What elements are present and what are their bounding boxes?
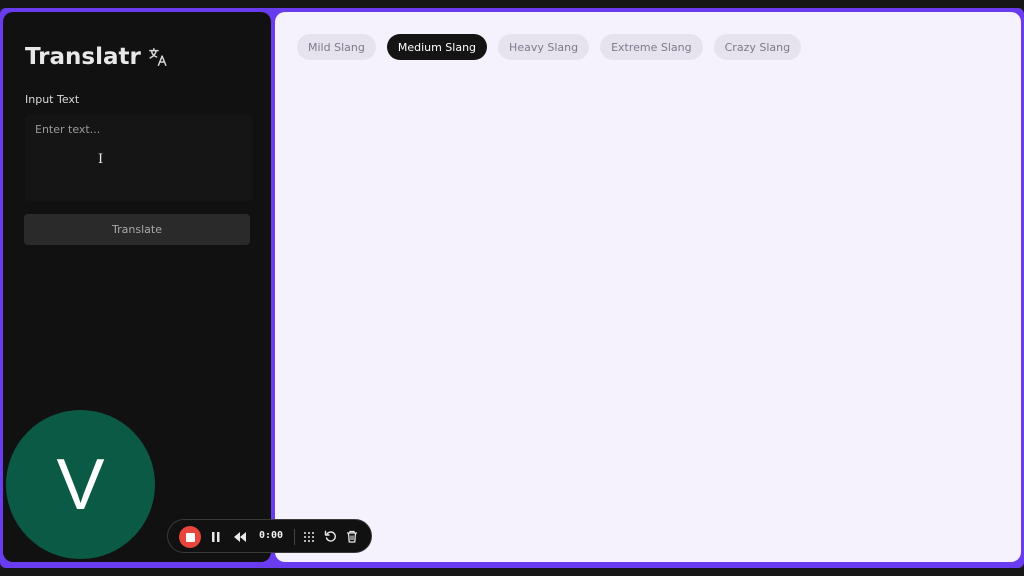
avatar: V xyxy=(6,410,155,559)
input-text-label: Input Text xyxy=(25,93,80,106)
recording-time: 0:00 xyxy=(259,530,284,541)
app-title: Translatr xyxy=(25,44,141,70)
restart-icon[interactable] xyxy=(324,530,337,543)
toolbar-divider xyxy=(294,529,295,545)
tab-mild-slang[interactable]: Mild Slang xyxy=(297,34,376,60)
bottom-strip xyxy=(0,568,1024,576)
tab-crazy-slang[interactable]: Crazy Slang xyxy=(713,34,802,60)
translate-icon xyxy=(148,48,167,66)
trash-icon[interactable] xyxy=(346,530,358,543)
stop-icon[interactable] xyxy=(179,526,201,548)
grid-icon[interactable] xyxy=(303,531,315,543)
text-cursor-icon: I xyxy=(98,152,104,167)
rewind-icon[interactable] xyxy=(233,531,247,543)
input-text-field[interactable]: Enter text... xyxy=(25,115,253,201)
input-placeholder: Enter text... xyxy=(35,123,101,136)
brand: Translatr xyxy=(25,44,169,70)
tab-heavy-slang[interactable]: Heavy Slang xyxy=(498,34,590,60)
tab-medium-slang[interactable]: Medium Slang xyxy=(386,34,488,60)
pause-icon[interactable] xyxy=(211,531,221,543)
tab-extreme-slang[interactable]: Extreme Slang xyxy=(600,34,703,60)
translate-button[interactable]: Translate xyxy=(24,214,250,245)
slang-level-tabs: Mild Slang Medium Slang Heavy Slang Extr… xyxy=(297,34,802,60)
recorder-toolbar: 0:00 xyxy=(167,519,372,553)
main-panel xyxy=(275,12,1021,562)
top-strip xyxy=(0,0,1024,8)
